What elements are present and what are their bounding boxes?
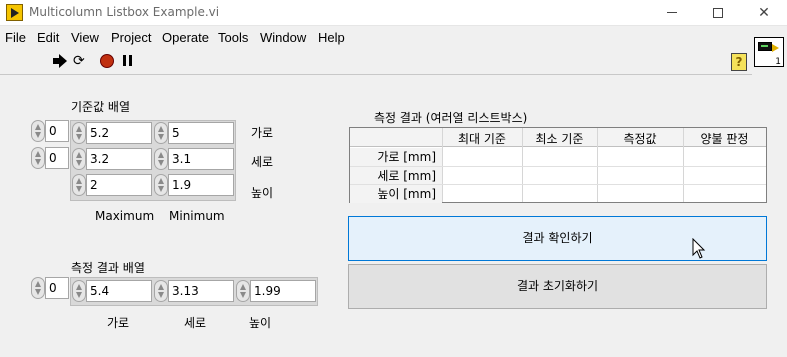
vi-icon[interactable]: 1: [754, 37, 784, 67]
minimize-button[interactable]: [649, 0, 695, 26]
menu-operate[interactable]: Operate: [162, 30, 209, 45]
index-stepper-bottom-icon[interactable]: [31, 147, 45, 169]
min-value-row1[interactable]: 5: [168, 122, 234, 144]
index-stepper-top-icon[interactable]: [31, 120, 45, 142]
measure-col-height: 세로: [184, 316, 207, 330]
reset-result-button[interactable]: 결과 초기화하기: [348, 264, 767, 309]
measure-depth[interactable]: 1.99: [250, 280, 316, 302]
maximize-button[interactable]: [695, 0, 741, 26]
vi-icon-number: 1: [775, 57, 781, 67]
listbox-col-measured[interactable]: 측정값: [597, 130, 683, 147]
menu-window[interactable]: Window: [260, 30, 306, 45]
measurement-array-label: 측정 결과 배열: [71, 261, 145, 275]
min-value-row3[interactable]: 1.9: [168, 174, 234, 196]
menu-project[interactable]: Project: [111, 30, 151, 45]
measure-col-depth: 높이: [249, 316, 272, 330]
abort-icon[interactable]: [100, 54, 114, 68]
menu-file[interactable]: File: [5, 30, 26, 45]
measure-height[interactable]: 3.13: [168, 280, 234, 302]
max-value-row2[interactable]: 3.2: [86, 148, 152, 170]
listbox-col-verdict[interactable]: 양불 판정: [683, 130, 766, 147]
max-row3-stepper-icon[interactable]: [72, 174, 86, 196]
listbox-label: 측정 결과 (여러열 리스트박스): [374, 111, 528, 125]
col-label-minimum: Minimum: [169, 209, 225, 223]
min-row1-stepper-icon[interactable]: [154, 122, 168, 144]
max-row1-stepper-icon[interactable]: [72, 122, 86, 144]
listbox-row-height[interactable]: 세로 [mm]: [350, 167, 442, 185]
labview-app-icon: [6, 4, 23, 21]
menu-bar: File Edit View Project Operate Tools Win…: [0, 26, 752, 48]
close-icon: ✕: [758, 5, 770, 21]
listbox-col-max[interactable]: 최대 기준: [442, 130, 522, 147]
window-title: Multicolumn Listbox Example.vi: [29, 5, 220, 19]
measurement-index[interactable]: 0: [45, 277, 69, 299]
maximize-icon: [713, 8, 723, 18]
max-value-row1[interactable]: 5.2: [86, 122, 152, 144]
row-label-depth: 높이: [251, 186, 274, 200]
measure-width-stepper-icon[interactable]: [72, 280, 86, 302]
pause-icon[interactable]: [122, 54, 134, 68]
max-row2-stepper-icon[interactable]: [72, 148, 86, 170]
reference-index-bottom[interactable]: 0: [45, 147, 69, 169]
menu-help[interactable]: Help: [318, 30, 345, 45]
listbox-row-width[interactable]: 가로 [mm]: [350, 148, 442, 166]
row-label-width: 가로: [251, 126, 274, 140]
context-help-icon[interactable]: ?: [731, 53, 747, 71]
col-label-maximum: Maximum: [95, 209, 155, 223]
run-arrow-icon[interactable]: [53, 54, 69, 68]
title-bar: Multicolumn Listbox Example.vi ✕: [0, 0, 787, 26]
close-button[interactable]: ✕: [741, 0, 787, 26]
measure-width[interactable]: 5.4: [86, 280, 152, 302]
min-row3-stepper-icon[interactable]: [154, 174, 168, 196]
mouse-cursor-icon: [692, 238, 706, 259]
measure-col-width: 가로: [107, 316, 130, 330]
multicolumn-listbox[interactable]: 최대 기준 최소 기준 측정값 양불 판정 가로 [mm] 세로 [mm] 높이…: [349, 127, 767, 203]
reference-index-top[interactable]: 0: [45, 120, 69, 142]
max-value-row3[interactable]: 2: [86, 174, 152, 196]
menu-edit[interactable]: Edit: [37, 30, 59, 45]
menu-view[interactable]: View: [71, 30, 99, 45]
minimize-icon: [667, 12, 677, 13]
listbox-col-min[interactable]: 최소 기준: [522, 130, 597, 147]
run-continuously-icon[interactable]: ⟳: [73, 54, 89, 69]
arrow-icon: [772, 44, 779, 52]
listbox-row-depth[interactable]: 높이 [mm]: [350, 185, 442, 203]
monitor-icon: [758, 42, 772, 51]
measurement-index-stepper-icon[interactable]: [31, 277, 45, 299]
reference-array-label: 기준값 배열: [71, 100, 131, 114]
measure-depth-stepper-icon[interactable]: [236, 280, 250, 302]
min-row2-stepper-icon[interactable]: [154, 148, 168, 170]
row-label-height: 세로: [251, 155, 274, 169]
toolbar: ⟳: [0, 48, 752, 75]
menu-tools[interactable]: Tools: [218, 30, 248, 45]
measure-height-stepper-icon[interactable]: [154, 280, 168, 302]
min-value-row2[interactable]: 3.1: [168, 148, 234, 170]
